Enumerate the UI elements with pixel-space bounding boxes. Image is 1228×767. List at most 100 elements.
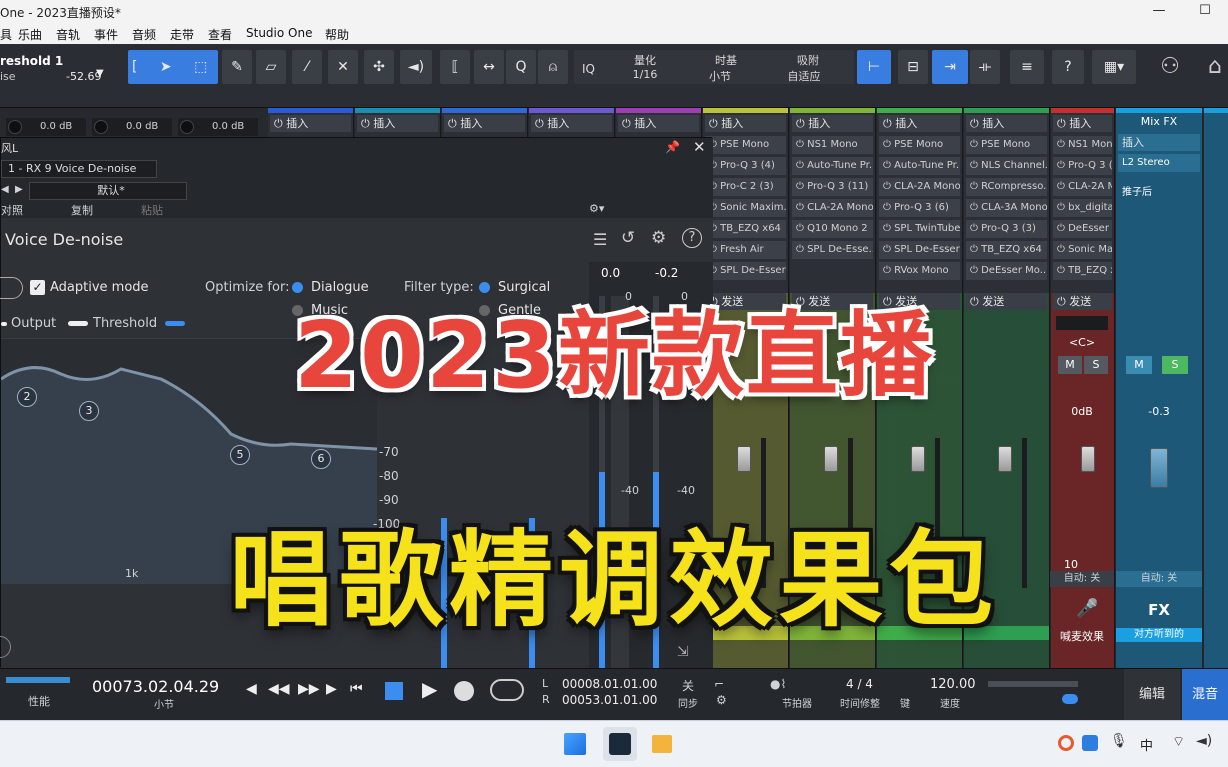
next-icon[interactable]: ▶ bbox=[15, 184, 23, 195]
eraser-icon[interactable]: ▱ bbox=[256, 50, 286, 84]
quantize-select[interactable]: 1/16 bbox=[625, 68, 665, 81]
insert-slot[interactable]: ⏻ NLS Channel... bbox=[966, 157, 1047, 175]
insert-slot[interactable]: ⏻ Pro-Q 3 (4) bbox=[705, 157, 786, 175]
plugin-select[interactable]: 1 - RX 9 Voice De-noise bbox=[1, 160, 157, 178]
insert-slot[interactable]: ⏻ Q10 Mono 2 bbox=[792, 220, 873, 238]
paste-button[interactable]: 粘贴 bbox=[141, 202, 163, 218]
insert-slot[interactable]: ⏻ PSE Mono bbox=[966, 136, 1047, 154]
minimize-button[interactable]: — bbox=[1136, 0, 1182, 22]
master-toggle[interactable] bbox=[1062, 694, 1078, 704]
maximize-button[interactable]: ☐ bbox=[1182, 0, 1228, 22]
volume-fader[interactable] bbox=[1150, 448, 1168, 488]
loop-button[interactable] bbox=[490, 679, 524, 701]
stretch-icon[interactable]: ↔ bbox=[474, 50, 504, 84]
menu-item-view[interactable]: 查看 bbox=[208, 26, 232, 43]
bend-icon[interactable]: ⟦ bbox=[440, 50, 470, 84]
insert-slot[interactable]: ⏻ NS1 Mono bbox=[792, 136, 873, 154]
snap-left-icon[interactable]: ⊢ bbox=[857, 50, 891, 84]
pin-icon[interactable]: 📌 bbox=[665, 140, 680, 154]
grid-menu-icon[interactable]: ▦▾ bbox=[1092, 50, 1136, 84]
timebase-select[interactable]: 小节 bbox=[700, 68, 740, 84]
menu-item-song[interactable]: 乐曲 bbox=[18, 26, 42, 43]
insert-header[interactable]: ⏻ 插入 bbox=[531, 115, 612, 132]
menu-item-audio[interactable]: 音频 bbox=[132, 26, 156, 43]
mix-tab[interactable]: 混音 bbox=[1182, 669, 1228, 721]
settings-small-icon[interactable]: ⚙ bbox=[716, 693, 727, 707]
range-tool-icon[interactable]: ⬚ bbox=[194, 59, 207, 75]
menu-item-transport[interactable]: 走带 bbox=[170, 26, 194, 43]
help-button[interactable]: ? bbox=[1052, 50, 1084, 84]
menu-item-help[interactable]: 帮助 bbox=[325, 26, 349, 43]
insert-header[interactable]: ⏻ 插入 bbox=[357, 115, 438, 132]
arrow-tool-icon[interactable]: ➤ bbox=[160, 59, 172, 75]
insert-slot[interactable]: ⏻ Fresh Air bbox=[705, 241, 786, 259]
insert-slot[interactable]: ⏻ SPL De-Esser bbox=[705, 262, 786, 280]
eq-node[interactable]: 5 bbox=[230, 445, 250, 465]
listen-icon[interactable]: ⍝ bbox=[538, 50, 568, 84]
split-tool-icon[interactable]: ✣ bbox=[364, 50, 394, 84]
play-button[interactable]: ▶ bbox=[422, 677, 437, 701]
insert-header[interactable]: ⏻ 插入 bbox=[705, 115, 786, 132]
insert-slot[interactable]: ⏻ Pro-Q 3 (3) bbox=[966, 220, 1047, 238]
insert-slot[interactable]: ⏻ TB_EZQ x64 bbox=[966, 241, 1047, 259]
adaptive-checkbox[interactable]: ✓ bbox=[30, 280, 45, 295]
input-language[interactable]: 中 bbox=[1140, 735, 1153, 754]
menu-item-track[interactable]: 音轨 bbox=[56, 26, 80, 43]
rewind-start-icon[interactable]: ◀ bbox=[246, 681, 257, 697]
snap-right-icon[interactable]: ⇥ bbox=[932, 50, 968, 84]
filter-surgical-radio[interactable]: Surgical bbox=[479, 280, 550, 295]
insert-slot[interactable]: ⏻ SPL De-Esse... bbox=[792, 241, 873, 259]
insert-slot[interactable]: ⏻ Auto-Tune Pr... bbox=[879, 157, 960, 175]
microphone-tray-icon[interactable]: 🎙 bbox=[1110, 733, 1128, 749]
insert-slot[interactable]: ⏻ Pro-Q 3 (11) bbox=[792, 178, 873, 196]
forward-end-icon[interactable]: ▶ bbox=[326, 681, 337, 697]
insert-slot[interactable]: ⏻ CLA-2A Mono bbox=[879, 178, 960, 196]
volume-icon[interactable]: ◄) bbox=[1196, 733, 1212, 749]
wifi-icon[interactable]: ⌔ bbox=[1172, 733, 1185, 751]
volume-fader[interactable] bbox=[911, 446, 925, 472]
snap-select[interactable]: 自适应 bbox=[784, 68, 824, 84]
mute-tool-icon[interactable]: ✕ bbox=[328, 50, 358, 84]
stop-button[interactable] bbox=[385, 682, 403, 700]
settings-icon[interactable]: ⚙ bbox=[651, 228, 666, 248]
punch-icon[interactable]: ⌐ bbox=[714, 677, 724, 691]
taskbar-app-studio-one[interactable] bbox=[603, 727, 637, 761]
insert-slot[interactable]: ⏻ CLA-2A Mono bbox=[792, 199, 873, 217]
rewind-icon[interactable]: ◀◀ bbox=[268, 681, 290, 697]
prev-icon[interactable]: ◀ bbox=[1, 184, 9, 195]
insert-header[interactable]: ⏻ 插入 bbox=[618, 115, 699, 132]
menu-item-event[interactable]: 事件 bbox=[94, 26, 118, 43]
cursor-split-icon[interactable]: ⟛ bbox=[970, 50, 1000, 84]
speaker-icon[interactable]: ◄) bbox=[400, 50, 432, 84]
snap-grid-icon[interactable]: ⊟ bbox=[898, 50, 928, 84]
insert-slot[interactable]: ⏻ PSE Mono bbox=[705, 136, 786, 154]
tray-record-icon[interactable] bbox=[1058, 735, 1074, 751]
insert-slot[interactable]: ⏻ PSE Mono bbox=[879, 136, 960, 154]
range-bracket-icon[interactable]: [ bbox=[132, 59, 137, 75]
insert-slot[interactable]: ⏻ SPL De-Esser bbox=[879, 241, 960, 259]
pencil-icon[interactable]: ✎ bbox=[222, 50, 252, 84]
resize-grip-icon[interactable]: ⇲ bbox=[677, 644, 689, 660]
zoom-icon[interactable]: Q bbox=[506, 50, 536, 84]
insert-header[interactable]: ⏻ 插入 bbox=[444, 115, 525, 132]
sync-state[interactable]: 关 bbox=[682, 677, 694, 694]
home-icon[interactable]: ⌂ bbox=[1208, 54, 1228, 82]
menu-item-studio-one[interactable]: Studio One bbox=[246, 26, 312, 40]
insert-slot[interactable]: ⏻ TB_EZQ x64 bbox=[705, 220, 786, 238]
compare-button[interactable]: 对照 bbox=[1, 202, 23, 218]
insert-slot[interactable]: L2 Stereo bbox=[1118, 154, 1200, 172]
close-icon[interactable]: ✕ bbox=[693, 138, 706, 156]
list-icon[interactable]: ☰ bbox=[593, 230, 607, 249]
insert-slot[interactable]: ⏻ RVox Mono bbox=[879, 262, 960, 280]
tempo-value[interactable]: 120.00 bbox=[930, 677, 976, 692]
help-icon[interactable]: ? bbox=[682, 228, 702, 248]
record-button[interactable] bbox=[454, 681, 474, 701]
eq-node[interactable]: 6 bbox=[311, 449, 331, 469]
edit-tab[interactable]: 编辑 bbox=[1124, 669, 1180, 721]
insert-header[interactable]: ⏻ 插入 bbox=[966, 115, 1047, 132]
volume-fader[interactable] bbox=[998, 446, 1012, 472]
preset-select[interactable]: 默认* bbox=[29, 182, 187, 200]
insert-slot[interactable]: ⏻ CLA-3A Mono bbox=[966, 199, 1047, 217]
insert-header[interactable]: 插入 bbox=[1118, 134, 1200, 151]
loop-start[interactable]: 00008.01.01.00 bbox=[562, 677, 657, 691]
